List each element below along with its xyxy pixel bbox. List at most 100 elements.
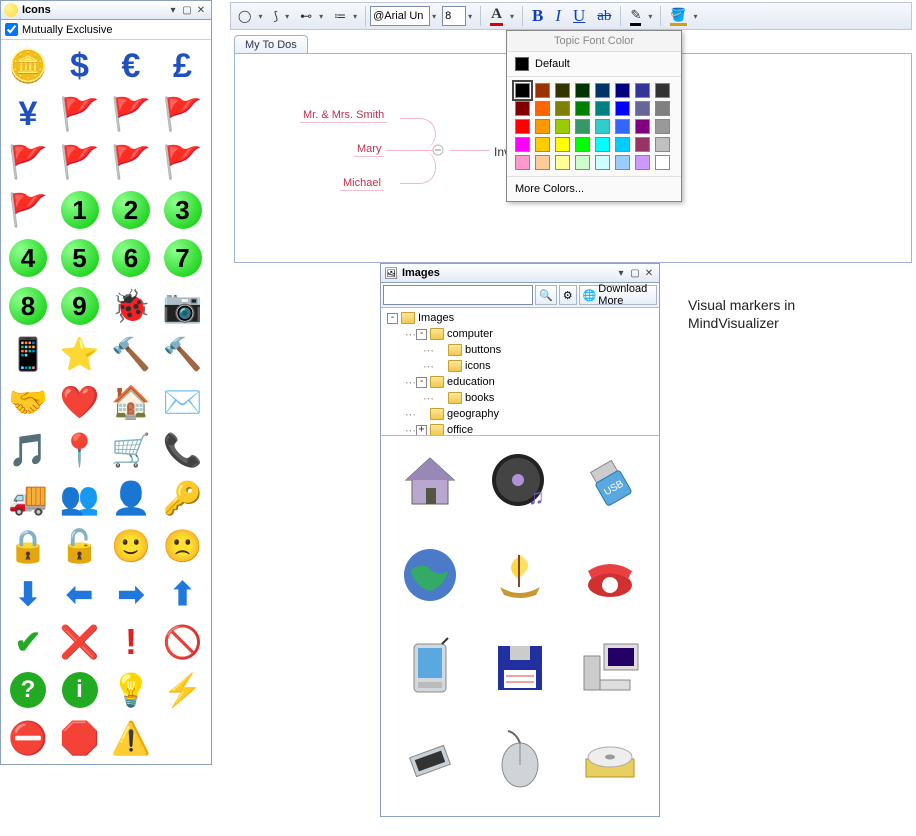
icon-flag-blue[interactable]: 🚩 [106,90,156,138]
icon-flag-orange[interactable]: 🚩 [3,138,53,186]
dropdown-icon[interactable]: ▾ [694,12,702,21]
icon-num-3[interactable]: 3 [158,186,208,234]
font-name-combo[interactable] [370,6,430,26]
font-size-combo[interactable] [442,6,466,26]
icon-no-entry[interactable]: 🚫 [158,618,208,666]
dropdown-icon[interactable]: ▾ [510,12,518,21]
color-swatch[interactable] [535,101,550,116]
color-swatch[interactable] [515,155,530,170]
color-swatch[interactable] [635,83,650,98]
mindmap-node[interactable]: Michael [340,176,384,191]
shape-list-icon[interactable]: ≔ [329,5,351,27]
dropdown-icon[interactable]: ▾ [432,12,440,21]
color-swatch[interactable] [595,137,610,152]
color-swatch[interactable] [555,137,570,152]
color-swatch[interactable] [535,83,550,98]
icon-gavel[interactable]: 🔨 [106,330,156,378]
mutex-checkbox[interactable] [5,23,18,36]
icon-lightning[interactable]: ⚡ [158,666,208,714]
icon-heart[interactable]: ❤️ [55,378,105,426]
icon-telephone[interactable]: 📞 [158,426,208,474]
icon-ladybug[interactable]: 🐞 [106,282,156,330]
color-swatch[interactable] [555,155,570,170]
color-swatch[interactable] [615,137,630,152]
icon-coins[interactable]: 🪙 [3,42,53,90]
icon-shopping-cart[interactable]: 🛒 [106,426,156,474]
panel-min-icon[interactable]: ▾ [614,266,628,280]
icon-arrow-right[interactable]: ➡ [106,570,156,618]
color-swatch[interactable] [635,155,650,170]
color-swatch[interactable] [575,155,590,170]
shape-circle-icon[interactable]: ◯ [233,5,256,27]
tree-item[interactable]: ⋯-computer [383,326,657,342]
gallery-item-chip[interactable] [387,721,473,801]
icon-flag-black[interactable]: 🚩 [55,90,105,138]
gallery-item-floppy[interactable] [477,628,563,708]
shape-connector-icon[interactable]: ⊷ [295,5,317,27]
dropdown-icon[interactable]: ▾ [648,12,656,21]
color-swatch[interactable] [515,101,530,116]
icon-warning[interactable]: ⚠️ [106,714,156,762]
icon-flag-red[interactable]: 🚩 [106,138,156,186]
icon-yen[interactable]: ¥ [3,90,53,138]
icon-hammer[interactable]: 🔨 [158,330,208,378]
color-swatch[interactable] [655,137,670,152]
icon-num-9[interactable]: 9 [55,282,105,330]
icon-lightbulb[interactable]: 💡 [106,666,156,714]
icon-handshake[interactable]: 🤝 [3,378,53,426]
tree-item[interactable]: ⋯icons [383,358,657,374]
gallery-item-cdrom[interactable] [567,721,653,801]
panel-restore-icon[interactable]: ▢ [180,3,194,17]
color-swatch[interactable] [515,137,530,152]
icon-num-1[interactable]: 1 [55,186,105,234]
icon-cancel-x[interactable]: ❌ [55,618,105,666]
tree-item[interactable]: ⋯+office [383,422,657,436]
color-swatch[interactable] [615,119,630,134]
icon-flag-purple[interactable]: 🚩 [55,138,105,186]
icon-question[interactable]: ? [3,666,53,714]
icon-no-entry-red[interactable]: ⛔ [3,714,53,762]
color-swatch[interactable] [635,137,650,152]
color-swatch[interactable] [655,83,670,98]
gallery-item-cd-music[interactable]: ♫ [477,442,563,522]
icon-mobile[interactable]: 📱 [3,330,53,378]
color-swatch[interactable] [635,101,650,116]
tree-item[interactable]: ⋯-education [383,374,657,390]
panel-min-icon[interactable]: ▾ [166,3,180,17]
gallery-item-computer[interactable] [567,628,653,708]
icon-camera[interactable]: 📷 [158,282,208,330]
icon-stop[interactable]: 🛑 [55,714,105,762]
color-swatch[interactable] [615,155,630,170]
gallery-item-mouse[interactable] [477,721,563,801]
tree-toggle-icon[interactable]: - [416,377,427,388]
color-swatch[interactable] [655,119,670,134]
color-swatch[interactable] [535,155,550,170]
icon-euro[interactable]: € [106,42,156,90]
icon-arrow-left[interactable]: ⬅ [55,570,105,618]
tree-item[interactable]: ⋯books [383,390,657,406]
tab-my-todos[interactable]: My To Dos [234,35,308,54]
icon-pushpin[interactable]: 📍 [55,426,105,474]
mindmap-node[interactable]: Mr. & Mrs. Smith [300,108,387,123]
gallery-item-ship[interactable] [477,535,563,615]
panel-restore-icon[interactable]: ▢ [628,266,642,280]
color-swatch[interactable] [535,137,550,152]
icon-truck[interactable]: 🚚 [3,474,53,522]
icon-music-note[interactable]: 🎵 [3,426,53,474]
gallery-item-house[interactable] [387,442,473,522]
color-swatch[interactable] [515,83,530,98]
dropdown-icon[interactable]: ▾ [468,12,476,21]
color-swatch[interactable] [655,101,670,116]
icon-num-6[interactable]: 6 [106,234,156,282]
dropdown-icon[interactable]: ▾ [258,12,266,21]
tree-item[interactable]: -Images [383,310,657,326]
color-swatch[interactable] [615,83,630,98]
color-swatch[interactable] [555,83,570,98]
italic-button[interactable]: I [550,5,566,27]
dropdown-icon[interactable]: ▾ [285,12,293,21]
icon-dollar[interactable]: $ [55,42,105,90]
panel-close-icon[interactable]: ✕ [194,3,208,17]
gallery-item-telephone[interactable] [567,535,653,615]
color-swatch[interactable] [655,155,670,170]
bold-button[interactable]: B [527,5,548,27]
